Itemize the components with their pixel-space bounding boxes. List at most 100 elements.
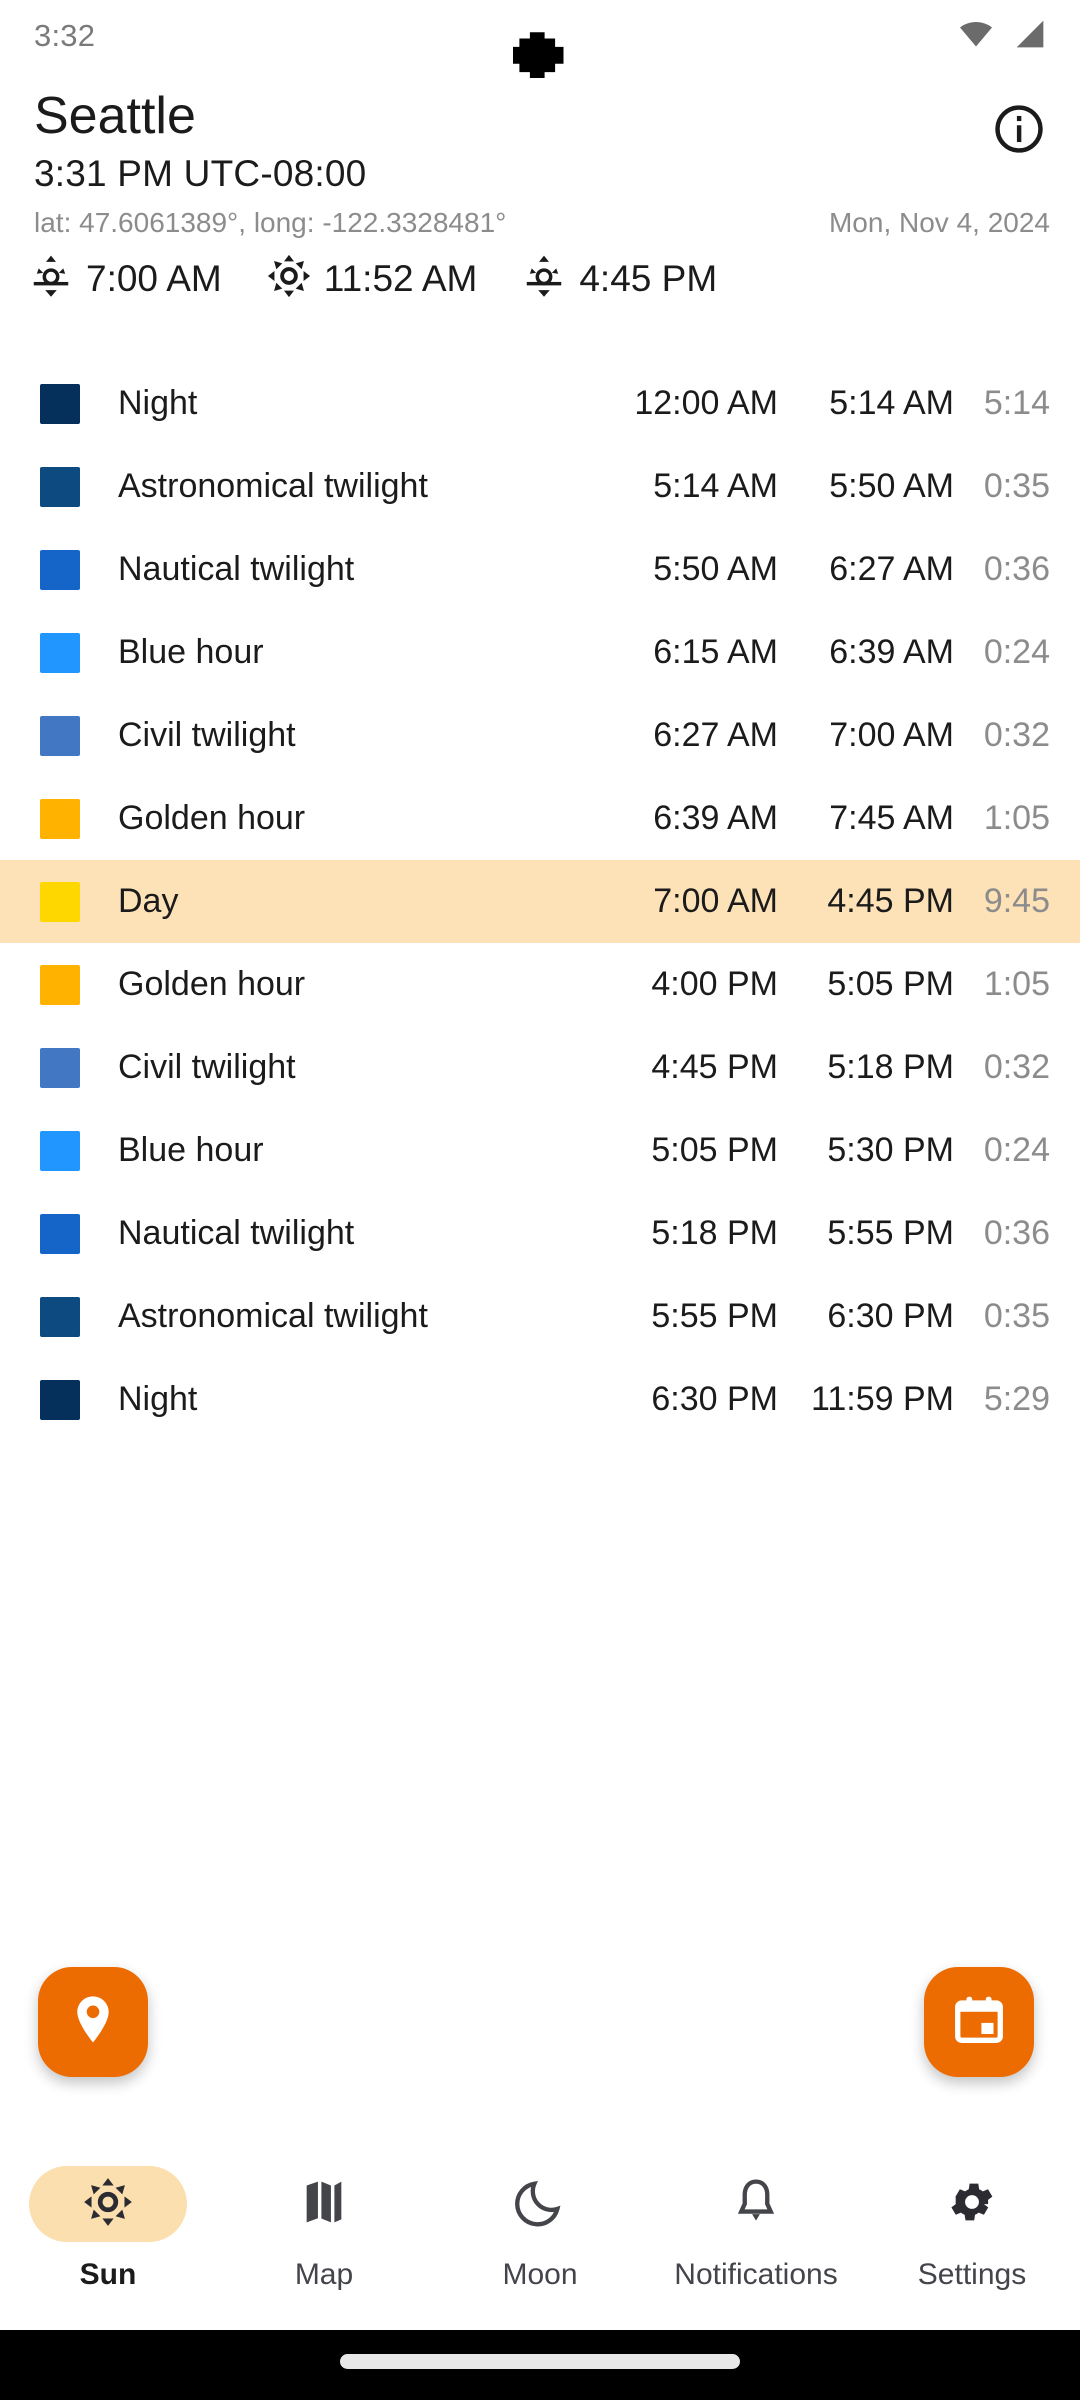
phase-color-swatch bbox=[40, 1297, 80, 1337]
calendar-fab[interactable] bbox=[924, 1967, 1034, 2077]
gesture-navigation-area bbox=[0, 2330, 1080, 2400]
phase-name: Astronomical twilight bbox=[80, 467, 598, 506]
phase-name: Golden hour bbox=[80, 965, 598, 1004]
nav-item-label: Notifications bbox=[674, 2258, 837, 2292]
status-bar-icons bbox=[956, 14, 1050, 59]
phase-end-time: 5:50 AM bbox=[778, 467, 954, 506]
phase-color-swatch bbox=[40, 882, 80, 922]
phase-color-swatch bbox=[40, 1214, 80, 1254]
phase-duration: 0:35 bbox=[954, 467, 1050, 506]
phase-color-swatch bbox=[40, 965, 80, 1005]
camera-cutout-icon bbox=[513, 26, 565, 78]
phase-duration: 0:24 bbox=[954, 633, 1050, 672]
phase-duration: 1:05 bbox=[954, 799, 1050, 838]
table-row[interactable]: Astronomical twilight5:55 PM6:30 PM0:35 bbox=[0, 1275, 1080, 1358]
cell-signal-icon bbox=[1010, 14, 1050, 59]
table-row[interactable]: Civil twilight6:27 AM7:00 AM0:32 bbox=[0, 694, 1080, 777]
table-row[interactable]: Night12:00 AM5:14 AM5:14 bbox=[0, 362, 1080, 445]
phase-end-time: 7:45 AM bbox=[778, 799, 954, 838]
nav-pill bbox=[461, 2166, 619, 2242]
sunset-icon bbox=[521, 253, 567, 304]
coordinates-row: lat: 47.6061389°, long: -122.3328481° Mo… bbox=[0, 195, 1080, 239]
gear-icon bbox=[946, 2176, 998, 2233]
table-row[interactable]: Golden hour6:39 AM7:45 AM1:05 bbox=[0, 777, 1080, 860]
phone-screen: 3:32 Seattle 3:31 PM UTC-08:00 bbox=[0, 0, 1080, 2400]
table-row[interactable]: Blue hour6:15 AM6:39 AM0:24 bbox=[0, 611, 1080, 694]
phase-name: Civil twilight bbox=[80, 1048, 598, 1087]
gesture-handle[interactable] bbox=[340, 2354, 740, 2369]
phase-color-swatch bbox=[40, 799, 80, 839]
solar-noon-icon bbox=[266, 253, 312, 304]
phase-start-time: 4:00 PM bbox=[598, 965, 778, 1004]
table-row[interactable]: Nautical twilight5:50 AM6:27 AM0:36 bbox=[0, 528, 1080, 611]
phase-name: Nautical twilight bbox=[80, 1214, 598, 1253]
phase-end-time: 7:00 AM bbox=[778, 716, 954, 755]
phase-start-time: 6:30 PM bbox=[598, 1380, 778, 1419]
phase-duration: 5:29 bbox=[954, 1380, 1050, 1419]
table-row[interactable]: Civil twilight4:45 PM5:18 PM0:32 bbox=[0, 1026, 1080, 1109]
table-row[interactable]: Nautical twilight5:18 PM5:55 PM0:36 bbox=[0, 1192, 1080, 1275]
header-titles: Seattle 3:31 PM UTC-08:00 bbox=[34, 86, 366, 195]
nav-item-label: Sun bbox=[80, 2258, 137, 2292]
phase-name: Night bbox=[80, 1380, 598, 1419]
wifi-icon bbox=[956, 14, 996, 59]
nav-item-settings[interactable]: Settings bbox=[864, 2148, 1080, 2292]
info-icon bbox=[991, 101, 1047, 162]
phase-color-swatch bbox=[40, 633, 80, 673]
table-row[interactable]: Blue hour5:05 PM5:30 PM0:24 bbox=[0, 1109, 1080, 1192]
phase-color-swatch bbox=[40, 550, 80, 590]
phase-name: Astronomical twilight bbox=[80, 1297, 598, 1336]
phase-start-time: 5:50 AM bbox=[598, 550, 778, 589]
phase-end-time: 5:14 AM bbox=[778, 384, 954, 423]
phase-color-swatch bbox=[40, 1048, 80, 1088]
nav-item-label: Settings bbox=[918, 2258, 1026, 2292]
nav-item-map[interactable]: Map bbox=[216, 2148, 432, 2292]
table-row[interactable]: Golden hour4:00 PM5:05 PM1:05 bbox=[0, 943, 1080, 1026]
nav-item-notifications[interactable]: Notifications bbox=[648, 2148, 864, 2292]
phase-start-time: 5:55 PM bbox=[598, 1297, 778, 1336]
calendar-icon bbox=[950, 1991, 1008, 2054]
nav-item-moon[interactable]: Moon bbox=[432, 2148, 648, 2292]
phase-end-time: 4:45 PM bbox=[778, 882, 954, 921]
phase-end-time: 5:18 PM bbox=[778, 1048, 954, 1087]
phase-duration: 0:32 bbox=[954, 716, 1050, 755]
nav-item-label: Moon bbox=[502, 2258, 577, 2292]
table-row[interactable]: Astronomical twilight5:14 AM5:50 AM0:35 bbox=[0, 445, 1080, 528]
sun-times-row: 7:00 AM 11:52 AM bbox=[0, 239, 1080, 304]
phase-end-time: 5:55 PM bbox=[778, 1214, 954, 1253]
table-row[interactable]: Day7:00 AM4:45 PM9:45 bbox=[0, 860, 1080, 943]
phase-color-swatch bbox=[40, 716, 80, 756]
phase-end-time: 6:30 PM bbox=[778, 1297, 954, 1336]
phase-end-time: 11:59 PM bbox=[778, 1380, 954, 1419]
status-bar-clock: 3:32 bbox=[34, 18, 95, 54]
city-name: Seattle bbox=[34, 86, 366, 147]
phase-name: Nautical twilight bbox=[80, 550, 598, 589]
phase-name: Blue hour bbox=[80, 1131, 598, 1170]
map-icon bbox=[298, 2176, 350, 2233]
phase-duration: 0:32 bbox=[954, 1048, 1050, 1087]
local-time: 3:31 PM UTC-08:00 bbox=[34, 153, 366, 195]
phase-duration: 0:24 bbox=[954, 1131, 1050, 1170]
info-button[interactable] bbox=[988, 100, 1050, 162]
location-fab[interactable] bbox=[38, 1967, 148, 2077]
solar-noon-time: 11:52 AM bbox=[266, 253, 478, 304]
nav-pill bbox=[677, 2166, 835, 2242]
phase-name: Day bbox=[80, 882, 598, 921]
phase-start-time: 4:45 PM bbox=[598, 1048, 778, 1087]
phase-duration: 0:36 bbox=[954, 1214, 1050, 1253]
nav-item-label: Map bbox=[295, 2258, 353, 2292]
table-row[interactable]: Night6:30 PM11:59 PM5:29 bbox=[0, 1358, 1080, 1441]
phase-start-time: 5:18 PM bbox=[598, 1214, 778, 1253]
phase-duration: 0:36 bbox=[954, 550, 1050, 589]
phase-duration: 9:45 bbox=[954, 882, 1050, 921]
phase-name: Blue hour bbox=[80, 633, 598, 672]
phase-color-swatch bbox=[40, 384, 80, 424]
phase-start-time: 5:14 AM bbox=[598, 467, 778, 506]
nav-item-sun[interactable]: Sun bbox=[0, 2148, 216, 2292]
nav-pill bbox=[893, 2166, 1051, 2242]
location-header: Seattle 3:31 PM UTC-08:00 lat: 47.606138… bbox=[0, 72, 1080, 304]
phase-start-time: 6:15 AM bbox=[598, 633, 778, 672]
phase-color-swatch bbox=[40, 1131, 80, 1171]
phase-duration: 1:05 bbox=[954, 965, 1050, 1004]
moon-icon bbox=[514, 2176, 566, 2233]
